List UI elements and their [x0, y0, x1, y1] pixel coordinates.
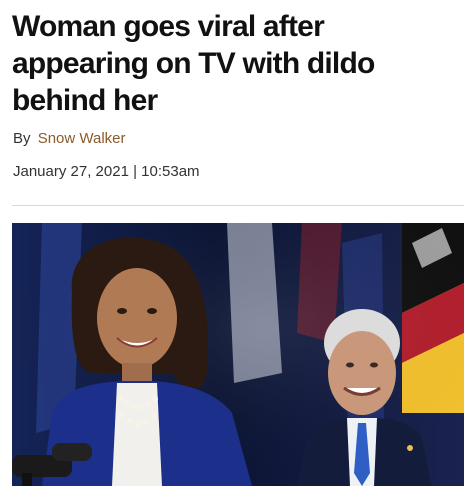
article-photo — [12, 223, 464, 486]
photo-illustration — [12, 223, 464, 486]
article-headline: Woman goes viral after appearing on TV w… — [12, 10, 375, 117]
publish-date: January 27, 2021 — [13, 163, 129, 180]
author-link[interactable]: Snow Walker — [38, 130, 126, 147]
divider — [12, 205, 464, 206]
date-separator: | — [133, 163, 137, 180]
publish-dateline: January 27, 2021 | 10:53am — [13, 163, 200, 180]
byline-prefix: By — [13, 130, 31, 147]
publish-time: 10:53am — [141, 163, 200, 180]
byline: By Snow Walker — [13, 130, 126, 147]
